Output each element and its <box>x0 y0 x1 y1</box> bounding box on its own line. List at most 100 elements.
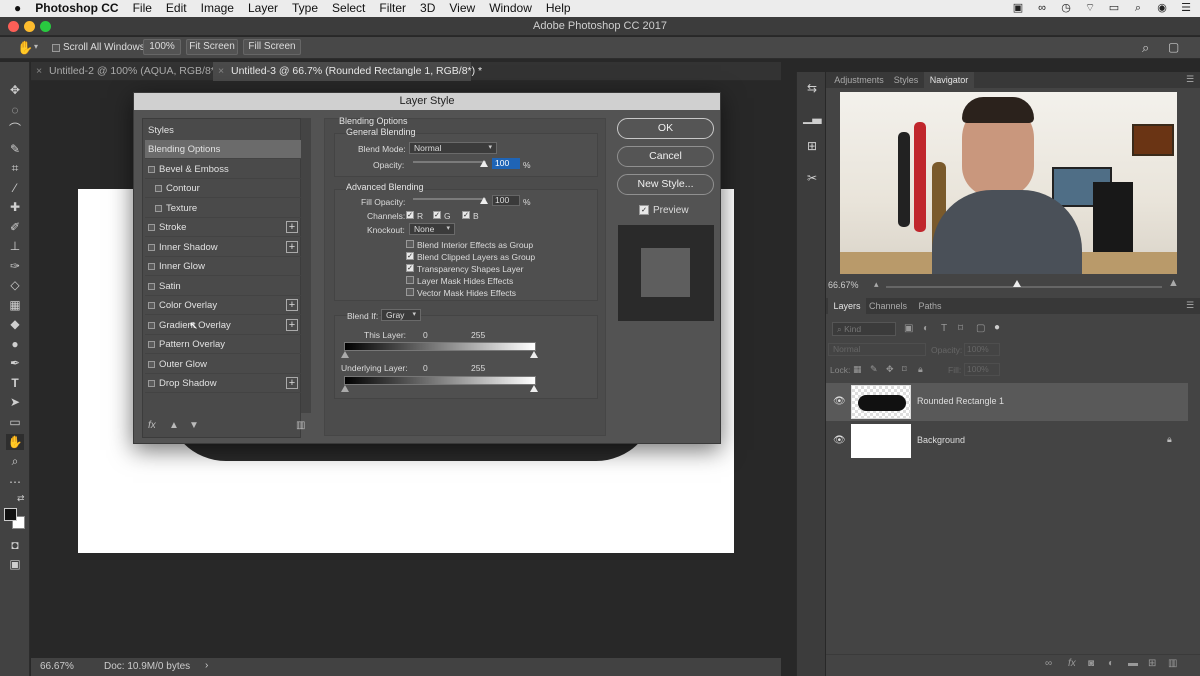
layer-mask-hides-effects-checkbox[interactable] <box>406 276 414 284</box>
history-brush-icon[interactable]: ✑ <box>6 258 24 274</box>
cancel-button[interactable]: Cancel <box>617 146 714 167</box>
filter-shape-icon[interactable]: ⌑ <box>958 323 963 334</box>
style-checkbox[interactable] <box>148 361 155 368</box>
new-style-button[interactable]: New Style... <box>617 174 714 195</box>
menu-layer[interactable]: Layer <box>241 0 285 17</box>
navigator-preview-video[interactable] <box>840 92 1177 274</box>
style-item-contour[interactable]: Contour <box>145 179 301 198</box>
libraries-panel-icon[interactable]: ✂ <box>803 170 821 186</box>
move-tool-icon[interactable]: ✥ <box>6 82 24 98</box>
clone-stamp-icon[interactable]: ⊥ <box>6 238 24 254</box>
styles-list-scrollbar[interactable] <box>301 118 311 413</box>
menu-list-icon[interactable]: ☰ <box>1178 3 1194 14</box>
style-item-color-overlay[interactable]: Color Overlay + <box>145 296 301 315</box>
opacity-slider-track[interactable] <box>413 161 486 163</box>
zoom-out-icon[interactable]: ▴ <box>874 279 879 290</box>
eyedropper-tool-icon[interactable]: ⁄ <box>6 180 24 196</box>
status-menu-arrow[interactable]: › <box>205 660 208 671</box>
screen-mode-icon[interactable]: ▣ <box>6 556 24 572</box>
visibility-eye-icon[interactable]: 👁︎ <box>833 435 846 446</box>
search-icon[interactable]: ⌕ <box>1142 40 1149 56</box>
menu-window[interactable]: Window <box>482 0 539 17</box>
filter-pixel-icon[interactable]: ▣ <box>904 323 913 334</box>
menu-edit[interactable]: Edit <box>159 0 194 17</box>
hand-tool-icon[interactable]: ✋ <box>6 434 24 450</box>
add-color-overlay-icon[interactable]: + <box>286 299 298 311</box>
tab-paths[interactable]: Paths <box>910 298 950 314</box>
navigator-zoom-thumb[interactable] <box>1013 280 1021 287</box>
search-icon[interactable]: ⌕ <box>1130 3 1146 14</box>
blend-if-select[interactable]: Gray ▾ <box>381 309 421 321</box>
underlying-black-thumb[interactable] <box>341 385 349 392</box>
visibility-eye-icon[interactable]: 👁︎ <box>833 396 846 407</box>
menu-type[interactable]: Type <box>285 0 325 17</box>
swap-colors-icon[interactable]: ⇄ <box>17 493 25 504</box>
gradient-tool-icon[interactable]: ▦ <box>6 297 24 313</box>
hand-tool-icon[interactable]: ✋ <box>17 40 33 56</box>
blur-tool-icon[interactable]: ◆ <box>6 316 24 332</box>
apple-menu-icon[interactable]: ● <box>0 0 28 17</box>
marquee-tool-icon[interactable]: ◌ <box>6 102 24 118</box>
move-down-icon[interactable]: ▼ <box>189 420 199 431</box>
layer-fill-input[interactable]: 100% <box>964 363 1000 376</box>
path-select-tool-icon[interactable]: ➤ <box>6 394 24 410</box>
style-item-inner-glow[interactable]: Inner Glow <box>145 257 301 276</box>
style-checkbox[interactable] <box>148 380 155 387</box>
healing-brush-icon[interactable]: ✚ <box>6 199 24 215</box>
menu-3d[interactable]: 3D <box>413 0 442 17</box>
more-tools-icon[interactable]: ⋯ <box>6 474 24 490</box>
menu-image[interactable]: Image <box>194 0 241 17</box>
filter-adjustment-icon[interactable]: ◐ <box>923 323 929 334</box>
navigator-zoom-track[interactable] <box>886 286 1162 288</box>
add-drop-shadow-icon[interactable]: + <box>286 377 298 389</box>
channel-g-checkbox[interactable]: ✓ <box>433 211 441 219</box>
tab-channels[interactable]: Channels <box>866 298 910 314</box>
style-item-outer-glow[interactable]: Outer Glow <box>145 355 301 374</box>
fill-screen-button[interactable]: Fill Screen <box>243 39 301 55</box>
tab-navigator[interactable]: Navigator <box>924 72 974 88</box>
ok-button[interactable]: OK <box>617 118 714 139</box>
fill-opacity-slider-track[interactable] <box>413 198 486 200</box>
this-layer-gradient[interactable] <box>344 342 536 351</box>
brush-tool-icon[interactable]: ✐ <box>6 219 24 235</box>
style-checkbox[interactable] <box>148 322 155 329</box>
style-checkbox[interactable] <box>148 341 155 348</box>
layer-name[interactable]: Background <box>917 435 965 445</box>
lasso-tool-icon[interactable]: ⌒ <box>6 121 24 137</box>
fx-menu-icon[interactable]: fx <box>148 420 156 431</box>
this-layer-white-thumb[interactable] <box>530 351 538 358</box>
move-up-icon[interactable]: ▲ <box>169 420 179 431</box>
fill-opacity-slider-thumb[interactable] <box>480 197 488 204</box>
style-item-inner-shadow[interactable]: Inner Shadow + <box>145 238 301 257</box>
style-item-blending-options[interactable]: Blending Options <box>145 140 301 159</box>
lock-pixels-icon[interactable]: ✎ <box>870 364 878 375</box>
underlying-white-thumb[interactable] <box>530 385 538 392</box>
menu-select[interactable]: Select <box>325 0 372 17</box>
menu-help[interactable]: Help <box>539 0 578 17</box>
style-item-gradient-overlay[interactable]: Gradient Overlay + <box>145 316 301 335</box>
knockout-select[interactable]: None ▾ <box>409 223 455 235</box>
tab-adjustments[interactable]: Adjustments <box>828 72 890 88</box>
adjustment-layer-icon[interactable]: ◐ <box>1108 658 1114 669</box>
layer-blend-mode-select[interactable]: Normal <box>828 343 926 356</box>
style-checkbox[interactable] <box>148 166 155 173</box>
add-stroke-icon[interactable]: + <box>286 221 298 233</box>
fx-icon[interactable]: fx <box>1068 658 1076 669</box>
tab-layers[interactable]: Layers <box>828 298 866 314</box>
tab-untitled-3[interactable]: × Untitled-3 @ 66.7% (Rounded Rectangle … <box>213 62 482 81</box>
new-group-icon[interactable]: ▬ <box>1128 658 1138 669</box>
add-gradient-overlay-icon[interactable]: + <box>286 319 298 331</box>
scroll-all-windows-checkbox[interactable] <box>52 44 60 52</box>
timer-icon[interactable]: ◷ <box>1058 3 1074 14</box>
fill-opacity-input[interactable]: 100 <box>492 195 520 206</box>
styles-header[interactable]: Styles <box>145 121 301 140</box>
style-item-satin[interactable]: Satin <box>145 277 301 296</box>
blend-interior-effects-checkbox[interactable] <box>406 240 414 248</box>
filter-smart-object-icon[interactable]: ▢ <box>976 323 985 334</box>
style-checkbox[interactable] <box>148 302 155 309</box>
opacity-input[interactable]: 100 <box>492 158 520 169</box>
siri-icon[interactable]: ◉ <box>1154 3 1170 14</box>
preview-checkbox[interactable]: ✓ <box>639 205 649 215</box>
airplay-icon[interactable]: ▭ <box>1106 3 1122 14</box>
filter-toggle-icon[interactable]: ● <box>994 322 1000 333</box>
